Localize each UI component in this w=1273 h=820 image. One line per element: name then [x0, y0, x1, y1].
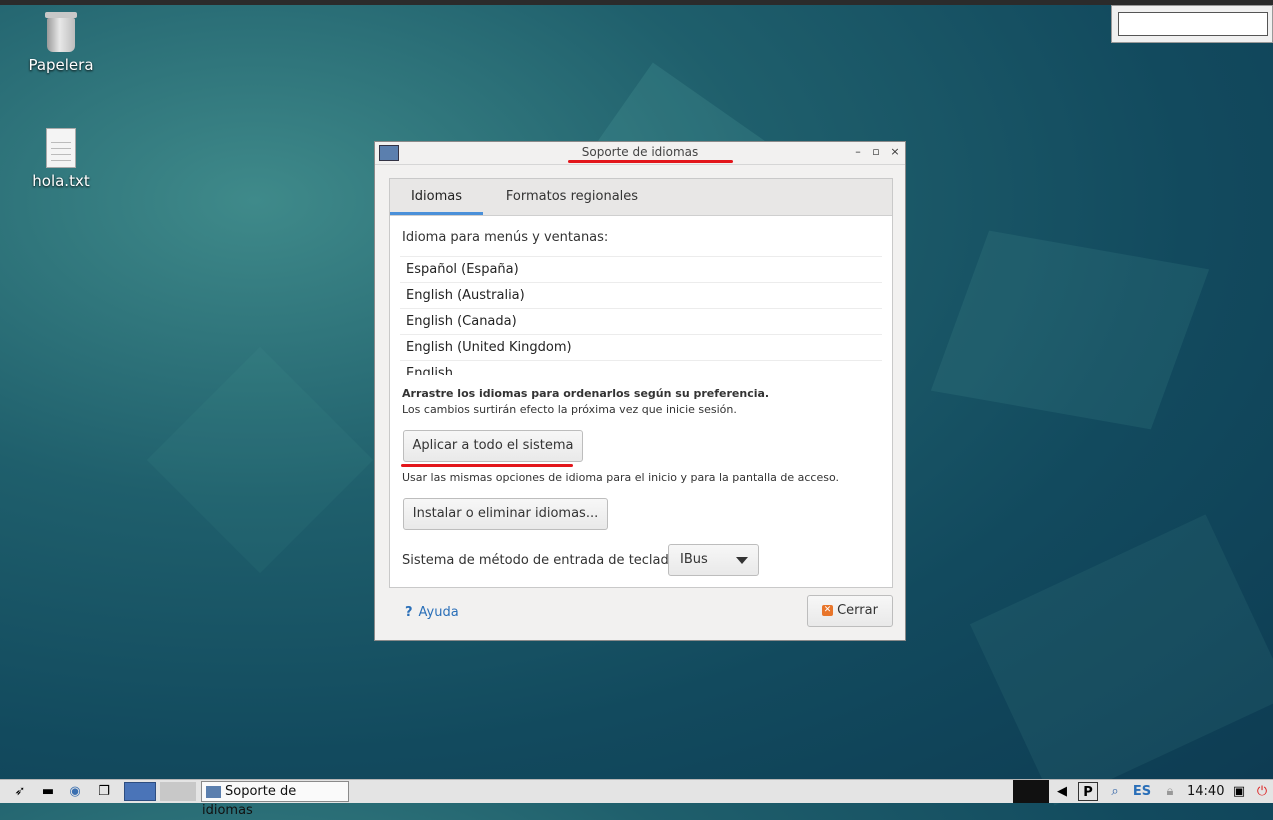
help-icon: ?	[405, 605, 413, 620]
input-method-value: IBus	[680, 552, 708, 567]
web-browser-icon[interactable]: ◉	[65, 782, 85, 801]
text-file-icon	[21, 128, 101, 168]
desktop-icon-label: hola.txt	[32, 172, 90, 190]
input-method-label: Sistema de método de entrada de teclado:	[402, 553, 682, 568]
settings-panel: Idiomas Formatos regionales Idioma para …	[389, 178, 893, 588]
clock[interactable]: 14:40	[1187, 784, 1224, 799]
close-icon: ✕	[822, 605, 834, 616]
search-input[interactable]	[1118, 12, 1268, 36]
input-method-select[interactable]: IBus	[668, 544, 759, 576]
menu-language-label: Idioma para menús y ventanas:	[402, 230, 609, 245]
network-icon[interactable]: ▣	[1229, 782, 1249, 801]
list-item[interactable]: English (Canada)	[400, 309, 882, 335]
tab-languages[interactable]: Idiomas	[390, 179, 483, 215]
apply-note: Usar las mismas opciones de idioma para …	[402, 471, 840, 484]
clipboard-icon[interactable]: P	[1078, 782, 1098, 801]
desktop-pager-1[interactable]	[124, 782, 156, 801]
install-remove-languages-button[interactable]: Instalar o eliminar idiomas...	[403, 498, 608, 530]
desktop-icon-label: Papelera	[28, 56, 94, 74]
tab-regional-formats[interactable]: Formatos regionales	[496, 179, 648, 215]
apply-system-wide-button[interactable]: Aplicar a todo el sistema	[403, 430, 583, 462]
help-label: Ayuda	[418, 605, 459, 620]
list-item[interactable]: English (United Kingdom)	[400, 335, 882, 361]
keyboard-layout-indicator[interactable]: ES	[1130, 782, 1154, 801]
power-icon[interactable]: ⏻	[1252, 782, 1272, 801]
cpu-monitor	[1013, 780, 1049, 803]
language-support-window: Soporte de idiomas – ▫ × Idiomas Formato…	[374, 141, 906, 641]
list-item[interactable]: English	[400, 361, 882, 375]
list-item[interactable]: English (Australia)	[400, 283, 882, 309]
minimize-button[interactable]: –	[851, 145, 865, 158]
maximize-button[interactable]: ▫	[869, 145, 883, 158]
language-list[interactable]: Español (España) English (Australia) Eng…	[400, 256, 882, 375]
start-menu-icon[interactable]: ➶	[10, 782, 30, 801]
chevron-down-icon	[736, 557, 748, 564]
top-panel-strip	[0, 0, 1273, 5]
taskbar: ➶ ▬ ◉ ❐ Soporte de idiomas ◀ P ⌕ ES 🔒︎ 1…	[0, 779, 1273, 818]
help-link[interactable]: ? Ayuda	[405, 605, 459, 620]
desktop-icon-text-file[interactable]: hola.txt	[21, 128, 101, 190]
tab-bar: Idiomas Formatos regionales	[390, 179, 892, 216]
file-manager-icon[interactable]: ▬	[38, 782, 58, 801]
desktop-icon-trash[interactable]: Papelera	[21, 12, 101, 74]
drag-note: Arrastre los idiomas para ordenarlos seg…	[402, 387, 770, 400]
task-button-language-support[interactable]: Soporte de idiomas	[201, 781, 349, 818]
window-switcher-icon[interactable]: ❐	[94, 782, 114, 801]
close-button-label: Cerrar	[837, 603, 878, 618]
close-window-button[interactable]: ×	[888, 145, 902, 158]
flag-icon	[206, 785, 221, 798]
trash-icon	[21, 12, 101, 52]
desktop-pager-2[interactable]	[160, 782, 196, 801]
annotation-underline-apply	[401, 464, 573, 467]
close-button[interactable]: ✕ Cerrar	[807, 595, 893, 627]
list-item[interactable]: Español (España)	[400, 257, 882, 283]
annotation-underline-title	[568, 160, 733, 163]
changes-note: Los cambios surtirán efecto la próxima v…	[402, 403, 737, 416]
window-title: Soporte de idiomas	[581, 145, 699, 159]
lock-icon[interactable]: 🔒︎	[1160, 782, 1180, 801]
search-icon[interactable]: ⌕	[1105, 782, 1125, 801]
search-popup	[1111, 5, 1273, 43]
volume-icon[interactable]: ◀	[1052, 782, 1072, 801]
